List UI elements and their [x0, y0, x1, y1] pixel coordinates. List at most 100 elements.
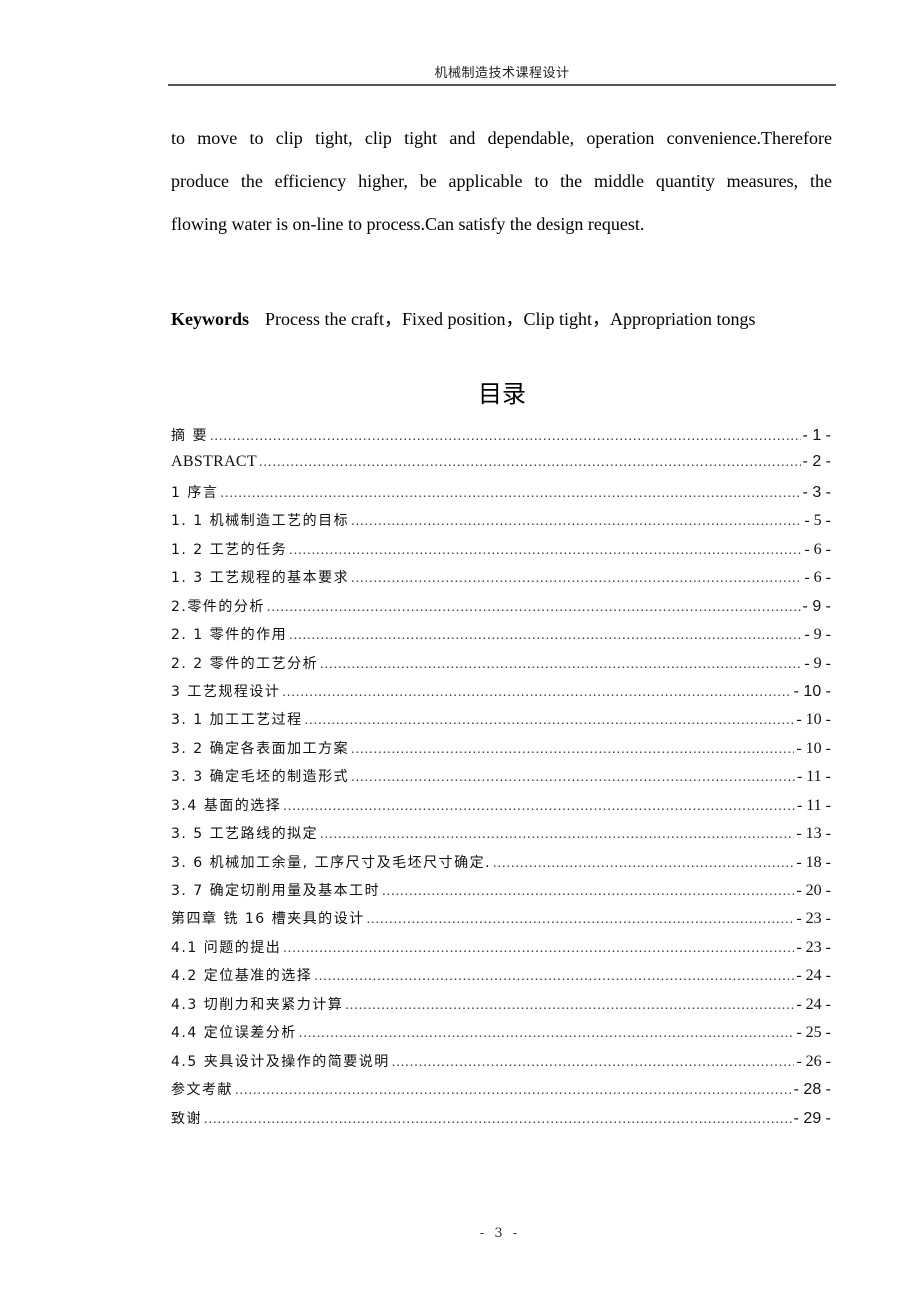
toc-entry-label: 4.2 定位基准的选择: [171, 968, 313, 985]
toc-entry[interactable]: 1. 1 机械制造工艺的目标 - 5 -: [171, 510, 831, 538]
toc-entry-page: - 9 -: [804, 626, 831, 644]
toc-entry-label: 3. 6 机械加工余量, 工序尺寸及毛坯尺寸确定.: [171, 854, 492, 871]
toc-dot-leader: [314, 969, 794, 985]
toc-entry-page: - 10 -: [796, 739, 831, 757]
toc-dot-leader: [305, 713, 795, 729]
toc-dot-leader: [289, 628, 802, 644]
header-divider: [168, 84, 836, 86]
toc-entry-label: 1 序言: [171, 484, 219, 501]
toc-dot-leader: [320, 657, 802, 673]
toc-entry-label: 2. 1 零件的作用: [171, 627, 288, 644]
toc-dot-leader: [283, 799, 795, 815]
toc-entry[interactable]: 3. 3 确定毛坯的制造形式 - 11 -: [171, 766, 831, 794]
table-of-contents: 摘 要 - 1 - ABSTRACT - 2 - 1 序言 - 3 - 1. 1 机械…: [171, 425, 831, 1136]
toc-entry-page: - 13 -: [796, 825, 831, 843]
toc-entry[interactable]: 3. 5 工艺路线的拟定 - 13 -: [171, 823, 831, 851]
toc-entry-label: 2.零件的分析: [171, 598, 265, 615]
toc-entry-page: - 24 -: [796, 995, 831, 1013]
toc-entry-page: - 10 -: [796, 711, 831, 729]
toc-entry-page: - 1 -: [802, 427, 831, 444]
toc-entry-references[interactable]: 参文考献 - 28 -: [171, 1079, 831, 1107]
toc-dot-leader: [493, 856, 794, 872]
toc-dot-leader: [210, 429, 801, 445]
toc-entry-label: 参文考献: [171, 1082, 233, 1099]
toc-dot-leader: [282, 685, 791, 701]
toc-dot-leader: [382, 884, 794, 900]
toc-dot-leader: [351, 571, 802, 587]
toc-entry-label: 3. 5 工艺路线的拟定: [171, 826, 319, 843]
toc-entry-page: - 25 -: [796, 1024, 831, 1042]
toc-entry[interactable]: 1. 3 工艺规程的基本要求 - 6 -: [171, 567, 831, 595]
toc-entry[interactable]: 4.5 夹具设计及操作的简要说明 - 26 -: [171, 1051, 831, 1079]
toc-entry-label: 4.3 切削力和夹紧力计算: [171, 996, 344, 1013]
toc-entry-page: - 5 -: [804, 512, 831, 530]
toc-entry[interactable]: 3 工艺规程设计 - 10 -: [171, 681, 831, 709]
toc-entry-label: 3 工艺规程设计: [171, 683, 281, 700]
toc-entry-page: - 23 -: [796, 910, 831, 928]
toc-entry[interactable]: 4.2 定位基准的选择 - 24 -: [171, 965, 831, 993]
toc-entry-page: - 10 -: [793, 682, 831, 700]
toc-entry[interactable]: 3.4 基面的选择 - 11 -: [171, 795, 831, 823]
toc-entry-label: 3. 2 确定各表面加工方案: [171, 740, 350, 757]
toc-entry-label: 1. 1 机械制造工艺的目标: [171, 513, 350, 530]
toc-entry-page: - 2 -: [802, 453, 831, 471]
toc-entry[interactable]: 3. 6 机械加工余量, 工序尺寸及毛坯尺寸确定. - 18 -: [171, 852, 831, 880]
toc-dot-leader: [320, 827, 794, 843]
toc-entry-page: - 6 -: [804, 569, 831, 587]
toc-entry[interactable]: 2. 1 零件的作用 - 9 -: [171, 624, 831, 652]
toc-entry[interactable]: 第四章 铣 16 槽夹具的设计 - 23 -: [171, 908, 831, 936]
toc-entry[interactable]: 3. 7 确定切削用量及基本工时 - 20 -: [171, 880, 831, 908]
toc-title: 目录: [478, 380, 526, 408]
toc-entry-label: ABSTRACT: [171, 453, 257, 471]
toc-dot-leader: [345, 998, 794, 1014]
toc-dot-leader: [289, 543, 802, 559]
toc-entry-acknowledgements[interactable]: 致谢 - 29 -: [171, 1108, 831, 1136]
toc-entry-abstract-cn[interactable]: 摘 要 - 1 -: [171, 425, 831, 453]
toc-entry-label: 3.4 基面的选择: [171, 797, 282, 814]
toc-entry-page: - 9 -: [804, 654, 831, 672]
toc-entry-label: 2. 2 零件的工艺分析: [171, 655, 319, 672]
toc-entry-label: 摘 要: [171, 428, 208, 444]
toc-entry[interactable]: 4.1 问题的提出 - 23 -: [171, 937, 831, 965]
toc-entry[interactable]: 2.零件的分析 - 9 -: [171, 596, 831, 624]
toc-dot-leader: [204, 1112, 792, 1128]
toc-entry-label: 3. 3 确定毛坯的制造形式: [171, 769, 350, 786]
toc-entry[interactable]: 3. 2 确定各表面加工方案 - 10 -: [171, 738, 831, 766]
toc-dot-leader: [220, 486, 800, 502]
toc-entry-label: 3. 7 确定切削用量及基本工时: [171, 883, 381, 899]
toc-entry-page: - 6 -: [804, 540, 831, 558]
toc-entry-page: - 29 -: [793, 1109, 831, 1127]
toc-entry-label: 4.4 定位误差分析: [171, 1025, 297, 1042]
toc-entry-page: - 11 -: [796, 768, 831, 786]
toc-entry-label: 3. 1 加工工艺过程: [171, 712, 303, 729]
toc-entry-page: - 28 -: [793, 1081, 831, 1099]
toc-entry[interactable]: 4.3 切削力和夹紧力计算 - 24 -: [171, 994, 831, 1022]
toc-entry-page: - 24 -: [796, 967, 831, 985]
toc-entry-label: 4.1 问题的提出: [171, 939, 282, 956]
toc-entry[interactable]: 4.4 定位误差分析 - 25 -: [171, 1022, 831, 1050]
toc-entry-page: - 9 -: [802, 597, 831, 615]
keywords-text: Process the craft，Fixed position，Clip ti…: [265, 309, 756, 329]
toc-entry-label: 第四章 铣 16 槽夹具的设计: [171, 911, 365, 928]
toc-entry-abstract-en[interactable]: ABSTRACT - 2 -: [171, 453, 831, 481]
keywords-line: Keywords Process the craft，Fixed position…: [171, 305, 841, 331]
toc-entry[interactable]: 3. 1 加工工艺过程 - 10 -: [171, 709, 831, 737]
toc-dot-leader: [267, 600, 801, 616]
toc-dot-leader: [235, 1083, 792, 1099]
page-number: - 3 -: [479, 1226, 521, 1241]
toc-dot-leader: [392, 1055, 795, 1071]
keywords-label: Keywords: [171, 309, 249, 329]
toc-entry-page: - 23 -: [796, 938, 831, 956]
toc-entry-label: 4.5 夹具设计及操作的简要说明: [171, 1053, 390, 1070]
toc-entry-page: - 26 -: [796, 1052, 831, 1070]
abstract-line: produce the efficiency higher, be applic…: [171, 171, 832, 191]
toc-entry-label: 1. 3 工艺规程的基本要求: [171, 570, 350, 587]
toc-entry[interactable]: 1 序言 - 3 -: [171, 482, 831, 510]
toc-entry[interactable]: 2. 2 零件的工艺分析 - 9 -: [171, 653, 831, 681]
toc-entry[interactable]: 1. 2 工艺的任务 - 6 -: [171, 539, 831, 567]
toc-dot-leader: [351, 742, 794, 758]
toc-dot-leader: [283, 941, 794, 957]
toc-dot-leader: [299, 1026, 795, 1042]
running-header: 机械制造技术课程设计: [434, 66, 570, 81]
abstract-line: to move to clip tight, clip tight and de…: [171, 128, 832, 148]
